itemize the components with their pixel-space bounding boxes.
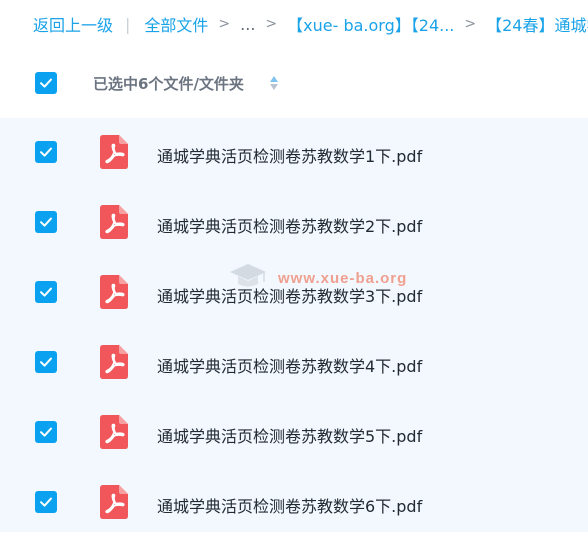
breadcrumb-item-current-folder[interactable]: 【24春】通城学 <box>486 12 588 36</box>
breadcrumb-separator: > <box>265 16 278 32</box>
breadcrumb: 返回上一级 | 全部文件 > ... > 【xue- ba.org】【24...… <box>0 0 588 48</box>
selection-count-label: 已选中6个文件/文件夹 <box>93 75 244 93</box>
breadcrumb-item-folder[interactable]: 【xue- ba.org】【24... <box>287 12 454 36</box>
file-name[interactable]: 通城学典活页检测卷苏教数学1下.pdf <box>157 143 422 167</box>
check-icon <box>40 78 52 88</box>
pdf-icon <box>100 485 128 519</box>
file-list: 通城学典活页检测卷苏教数学1下.pdf 通城学典活页检测卷苏教数学2下.pdf 通城… <box>0 118 588 532</box>
file-row[interactable]: 通城学典活页检测卷苏教数学4下.pdf <box>0 328 588 398</box>
file-row[interactable]: 通城学典活页检测卷苏教数学3下.pdf <box>0 258 588 328</box>
pdf-icon <box>100 415 128 449</box>
breadcrumb-separator: > <box>218 16 231 32</box>
check-icon <box>40 217 52 227</box>
file-name[interactable]: 通城学典活页检测卷苏教数学6下.pdf <box>157 493 422 517</box>
file-row[interactable]: 通城学典活页检测卷苏教数学2下.pdf <box>0 188 588 258</box>
file-name[interactable]: 通城学典活页检测卷苏教数学4下.pdf <box>157 353 422 377</box>
check-icon <box>40 147 52 157</box>
file-checkbox[interactable] <box>35 351 57 373</box>
breadcrumb-separator: > <box>464 16 477 32</box>
file-row[interactable]: 通城学典活页检测卷苏教数学5下.pdf <box>0 398 588 468</box>
breadcrumb-item-ellipsis[interactable]: ... <box>240 15 255 34</box>
sort-icon[interactable] <box>269 73 279 93</box>
file-name[interactable]: 通城学典活页检测卷苏教数学5下.pdf <box>157 423 422 447</box>
file-row[interactable]: 通城学典活页检测卷苏教数学1下.pdf <box>0 118 588 188</box>
breadcrumb-item-all-files[interactable]: 全部文件 <box>144 12 208 36</box>
file-checkbox[interactable] <box>35 211 57 233</box>
file-checkbox[interactable] <box>35 421 57 443</box>
pdf-icon <box>100 275 128 309</box>
breadcrumb-divider: | <box>125 14 131 34</box>
list-header: 已选中6个文件/文件夹 <box>0 48 588 118</box>
check-icon <box>40 427 52 437</box>
back-link[interactable]: 返回上一级 <box>33 12 113 36</box>
file-name[interactable]: 通城学典活页检测卷苏教数学2下.pdf <box>157 213 422 237</box>
check-icon <box>40 497 52 507</box>
check-icon <box>40 287 52 297</box>
watermark-text: www.xue-ba.org <box>278 270 408 287</box>
file-checkbox[interactable] <box>35 281 57 303</box>
file-row[interactable]: 通城学典活页检测卷苏教数学6下.pdf <box>0 468 588 538</box>
file-checkbox[interactable] <box>35 491 57 513</box>
check-icon <box>40 357 52 367</box>
file-checkbox[interactable] <box>35 141 57 163</box>
pdf-icon <box>100 205 128 239</box>
pdf-icon <box>100 135 128 169</box>
pdf-icon <box>100 345 128 379</box>
select-all-checkbox[interactable] <box>35 72 57 94</box>
